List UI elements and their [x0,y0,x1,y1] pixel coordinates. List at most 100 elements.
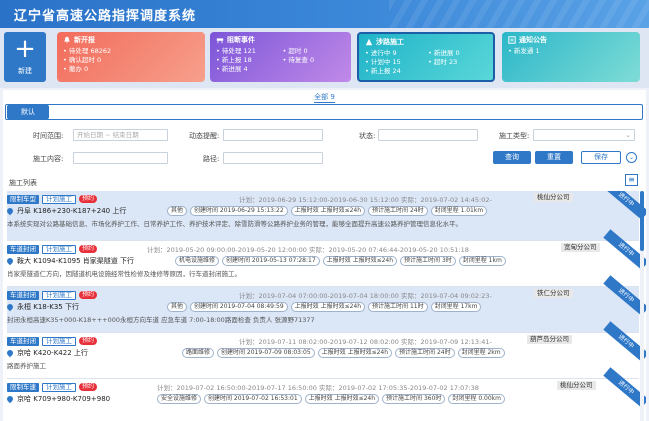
app-header: 辽宁省高速公路指挥调度系统 [0,0,649,28]
card-row[interactable]: 超时 23 [428,58,487,66]
closed-mileage-chip: 封闭里程 2km [457,348,505,358]
card-row[interactable]: 撤办 0 [63,65,199,73]
card-row[interactable]: 新进展 0 [428,49,487,57]
category-chip: 其他 [167,206,188,216]
category-chip: 安全设施维修 [157,394,202,404]
plan-time: 计划：2019-06-29 15:12:00-2019-06-30 15:12:… [239,196,492,204]
warn-tag: 预约 [79,337,98,345]
location-text: 丹阜 K186+230-K187+240 上行 [17,207,127,215]
plan-tag: 计划施工 [42,244,76,254]
date-separator: ~ [105,131,111,139]
summary-cards: + 新建 新开报 待处理 68262 确认超时 0 撤办 0 阻断事件 待处理 … [0,28,649,88]
dynamic-alert-label: 动态提醒: [189,132,220,140]
description: 路面养护施工 [7,362,46,370]
location: 京哈 K709+980-K709+980 [5,394,110,404]
report-timeliness-chip: 上报时效 上报时效≤24h [304,394,380,404]
card-title: 涉路施工 [376,38,404,46]
list-view-toggle-icon[interactable]: ≡ [625,174,638,186]
tab-default[interactable]: 默认 [7,105,49,119]
scrollbar-thumb[interactable] [640,191,644,251]
status-label: 状态: [359,132,376,140]
plan-tag: 计划施工 [42,194,76,204]
app-title: 辽宁省高速公路指挥调度系统 [14,9,197,24]
construction-content-label: 施工内容: [33,155,64,163]
location-text: 永桓 K18-K35 下行 [17,303,79,311]
location: 京哈 K420-K422 上行 [5,348,88,358]
tab-all[interactable]: 全部 9 [3,92,646,103]
type-tag: 车道封闭 [7,336,39,346]
list-item[interactable]: 车道封闭 计划施工 预约 计划：2019-07-11 08:02:00-2019… [5,321,646,379]
notice-icon [508,36,516,44]
estimated-time-chip: 预计施工时间 3时 [400,256,456,266]
type-tag: 车道封闭 [7,244,39,254]
company-badge: 宽甸分公司 [561,243,600,252]
start-date: 开始日期 [77,131,103,139]
closed-mileage-chip: 封闭里程 0.00km [448,394,505,404]
plan-time: 计划：2019-07-04 07:00:00-2019-07-04 18:00:… [239,292,492,300]
estimated-time-chip: 预计施工时间 24时 [395,348,455,358]
construction-list: 限制车型 计划施工 预约 计划：2019-06-29 15:12:00-2019… [3,191,646,421]
tab-bar [5,104,643,120]
card-block-event[interactable]: 阻断事件 待处理 121 超时 0 新上报 18 待复查 0 新进展 4 [210,32,351,82]
card-row[interactable]: 新上报 18 [216,56,279,64]
list-scrollbar[interactable] [640,191,644,421]
warn-tag: 预约 [79,195,98,203]
list-title: 施工列表 [9,179,37,187]
location-text: 京哈 K420-K422 上行 [17,349,88,357]
closed-mileage-chip: 封闭里程 1km [458,256,506,266]
card-row[interactable]: 确认超时 0 [63,56,199,64]
description: 本系统实现对公路基础信息、市场化养护工作、日常养护工作、养护技术评定、除雪防滑等… [7,220,462,228]
construction-type-select[interactable]: ⌄ [533,129,635,141]
report-timeliness-chip: 上报时效 上报时效≤24h [322,256,398,266]
location-pin-icon [5,302,15,312]
location-pin-icon [5,206,15,216]
list-item[interactable]: 限制车速 计划施工 预约 计划：2019-07-02 16:50:00-2019… [5,367,646,421]
company-badge: 桃仙分公司 [557,381,596,390]
bell-icon [64,36,70,44]
expand-filter-icon[interactable]: ⌄ [626,152,637,163]
construction-content-input[interactable] [73,152,168,164]
card-title: 通知公告 [519,36,547,44]
main-panel: 全部 9 默认 时间范围: 开始日期 ~ 结束日期 动态提醒: 状态: 施工类型… [3,90,646,421]
report-timeliness-chip: 上报时效 上报时效≤24h [317,348,393,358]
list-item[interactable]: 限制车型 计划施工 预约 计划：2019-06-29 15:12:00-2019… [5,191,646,241]
status-select[interactable] [378,129,478,141]
card-row[interactable]: 新进展 4 [216,65,279,73]
location-text: 鞍大 K1094-K1095 肖家渠隧道 下行 [17,257,135,265]
estimated-time-chip: 预计施工时间 11时 [368,302,428,312]
save-button[interactable]: 保存 [581,151,621,164]
list-item[interactable]: 车道封闭 计划施工 预约 计划：2019-07-04 07:00:00-2019… [5,275,646,333]
list-item[interactable]: 车道封闭 计划施工 预约 计划：2019-05-20 09:00:00-2019… [5,229,646,287]
location: 丹阜 K186+230-K187+240 上行 [5,206,127,216]
closed-mileage-chip: 封闭里程 1.01km [430,206,488,216]
plan-time: 计划：2019-07-11 08:02:00-2019-07-12 08:02:… [239,338,492,346]
card-row[interactable]: 待复查 0 [283,56,346,64]
new-button[interactable]: + 新建 [4,32,46,82]
card-row[interactable]: 进行中 9 [365,49,424,57]
card-row[interactable]: 新发通 1 [508,47,634,55]
card-row[interactable]: 超时 0 [283,47,346,55]
card-row[interactable]: 计划中 15 [365,58,424,66]
reset-button[interactable]: 重置 [535,151,573,164]
query-button[interactable]: 查询 [493,151,531,164]
tab-all-label: 全部 9 [314,93,335,103]
created-time-chip: 创建时间 2019-07-09 08:03:05 [217,348,315,358]
card-new-report[interactable]: 新开报 待处理 68262 确认超时 0 撤办 0 [57,32,205,82]
category-chip: 机电设施维修 [175,256,220,266]
filter-form: 时间范围: 开始日期 ~ 结束日期 动态提醒: 状态: 施工类型: ⌄ 施工内容… [3,128,646,168]
date-range-input[interactable]: 开始日期 ~ 结束日期 [73,129,168,141]
route-input[interactable] [223,152,323,164]
closed-mileage-chip: 封闭里程 17km [430,302,482,312]
card-notice[interactable]: 通知公告 新发通 1 [502,32,640,82]
location-pin-icon [5,256,15,266]
card-row[interactable]: 待处理 121 [216,47,279,55]
dynamic-alert-input[interactable] [223,129,323,141]
created-time-chip: 创建时间 2019-07-04 08:49:59 [190,302,288,312]
barrier-icon [216,38,224,44]
route-label: 路径: [203,155,220,163]
created-time-chip: 创建时间 2019-06-29 15:13:22 [190,206,288,216]
card-row[interactable]: 新上报 24 [365,67,424,75]
construction-icon [365,38,373,46]
card-construction[interactable]: 涉路施工 进行中 9 新进展 0 计划中 15 超时 23 新上报 24 [357,32,495,82]
card-row[interactable]: 待处理 68262 [63,47,199,55]
